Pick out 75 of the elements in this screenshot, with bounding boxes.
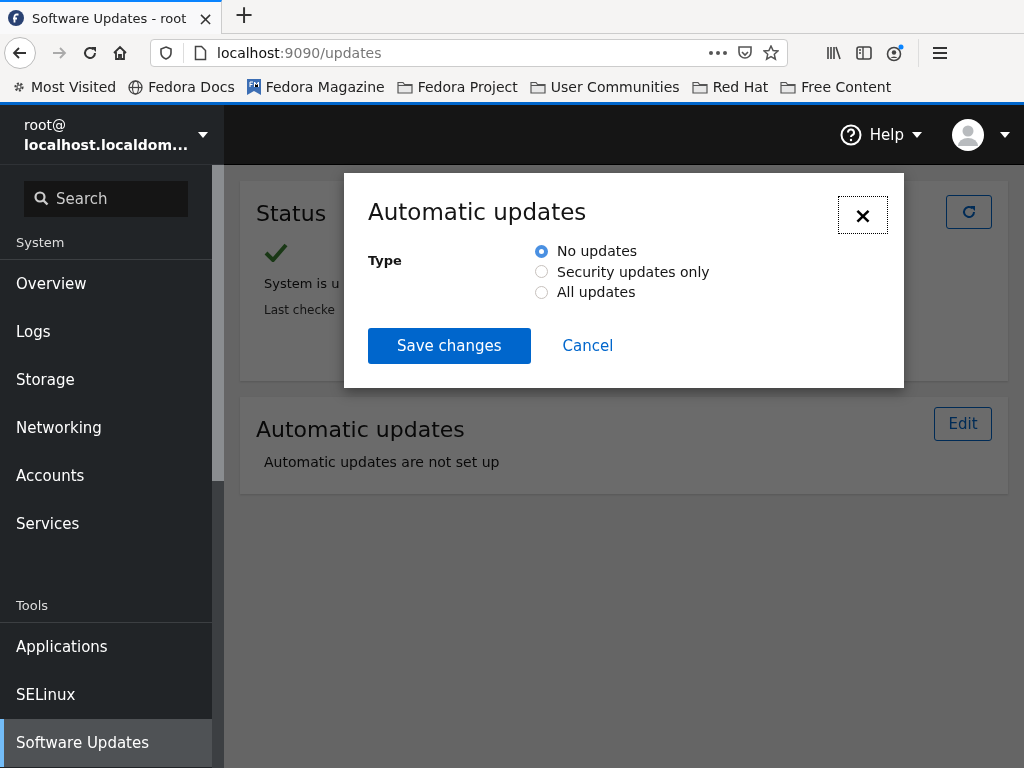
account-icon[interactable]	[886, 44, 904, 62]
radio-option[interactable]: Security updates only	[535, 262, 710, 281]
checkmark-icon	[264, 243, 288, 262]
refresh-button[interactable]	[946, 195, 992, 229]
search-field[interactable]: Search	[24, 181, 188, 217]
caret-icon	[198, 131, 208, 138]
menu-icon[interactable]	[933, 47, 947, 59]
bookmark-item[interactable]: Free Content	[780, 79, 892, 95]
user-menu[interactable]	[952, 118, 1010, 151]
status-message: System is u	[264, 276, 340, 291]
star-icon[interactable]	[763, 45, 779, 61]
radio-label: Security updates only	[557, 263, 710, 280]
home-icon[interactable]	[112, 45, 128, 61]
browser-tab[interactable]: Software Updates - root ×	[0, 0, 222, 34]
close-button[interactable]: ×	[838, 196, 888, 234]
bookmark-item[interactable]: Most Visited	[12, 79, 117, 95]
caret-icon	[912, 131, 922, 138]
nav-item[interactable]: Software Updates	[0, 719, 212, 767]
help-menu[interactable]: Help	[839, 123, 922, 146]
refresh-icon	[961, 204, 977, 220]
field-label: Type	[368, 253, 403, 270]
host-name: localhost.localdom...	[24, 136, 190, 153]
tab-close-button[interactable]: ×	[197, 7, 213, 29]
radio-option[interactable]: No updates	[535, 242, 710, 261]
url-text: localhost:9090/updates	[217, 45, 382, 61]
nav-item[interactable]: Storage	[0, 356, 212, 404]
new-tab-button[interactable]: +	[222, 0, 267, 33]
folder-icon	[780, 80, 797, 94]
avatar-icon	[952, 118, 984, 151]
address-bar[interactable]: localhost:9090/updates	[150, 39, 788, 67]
bookmark-item[interactable]: Red Hat	[691, 79, 769, 95]
nav-item[interactable]: Overview	[0, 260, 212, 308]
nav-item[interactable]: SELinux	[0, 671, 212, 719]
folder-icon	[396, 80, 413, 94]
folder-icon	[529, 80, 546, 94]
more-icon[interactable]	[709, 51, 727, 55]
globe-icon	[128, 79, 144, 95]
sidebar-icon[interactable]	[856, 46, 872, 60]
nav-item[interactable]: Networking	[0, 404, 212, 452]
library-icon[interactable]	[826, 45, 842, 61]
reload-icon[interactable]	[82, 45, 98, 61]
nav-item[interactable]: Logs	[0, 308, 212, 356]
nav-item[interactable]: Services	[0, 500, 212, 548]
nav-item[interactable]: Applications	[0, 623, 212, 671]
bookmark-logo-icon	[246, 79, 261, 95]
dialog-title: Automatic updates	[368, 199, 587, 225]
user-name: root@	[24, 116, 68, 133]
automatic-updates-message: Automatic updates are not set up	[264, 454, 501, 470]
bookmark-item[interactable]: Fedora Magazine	[246, 79, 385, 95]
cancel-button[interactable]: Cancel	[562, 336, 614, 355]
bookmark-item[interactable]: Fedora Docs	[128, 79, 235, 95]
host-switcher[interactable]: root@ localhost.localdom...	[0, 105, 224, 165]
bookmark-item[interactable]: User Communities	[529, 79, 680, 95]
scrollbar-thumb[interactable]	[212, 165, 224, 481]
search-icon	[34, 191, 49, 206]
radio-label: All updates	[557, 284, 636, 301]
radio-button[interactable]	[535, 244, 548, 258]
help-icon	[839, 123, 862, 146]
last-checked-text: Last checke	[264, 303, 335, 317]
folder-icon	[691, 80, 708, 94]
page-icon	[194, 45, 207, 61]
card-title: Automatic updates	[256, 417, 465, 442]
back-button[interactable]	[4, 37, 36, 69]
card-title: Status	[256, 201, 327, 226]
radio-option[interactable]: All updates	[535, 283, 710, 302]
save-changes-button[interactable]: Save changes	[368, 327, 531, 364]
gear-icon	[12, 80, 26, 94]
fedora-logo-icon	[8, 10, 24, 26]
bookmark-item[interactable]: Fedora Project	[396, 79, 518, 95]
nav-item[interactable]: Accounts	[0, 452, 212, 500]
pocket-icon[interactable]	[737, 45, 753, 61]
shield-icon	[159, 46, 173, 60]
tab-title: Software Updates - root	[32, 10, 188, 26]
caret-icon	[1000, 131, 1010, 138]
radio-label: No updates	[557, 243, 638, 260]
